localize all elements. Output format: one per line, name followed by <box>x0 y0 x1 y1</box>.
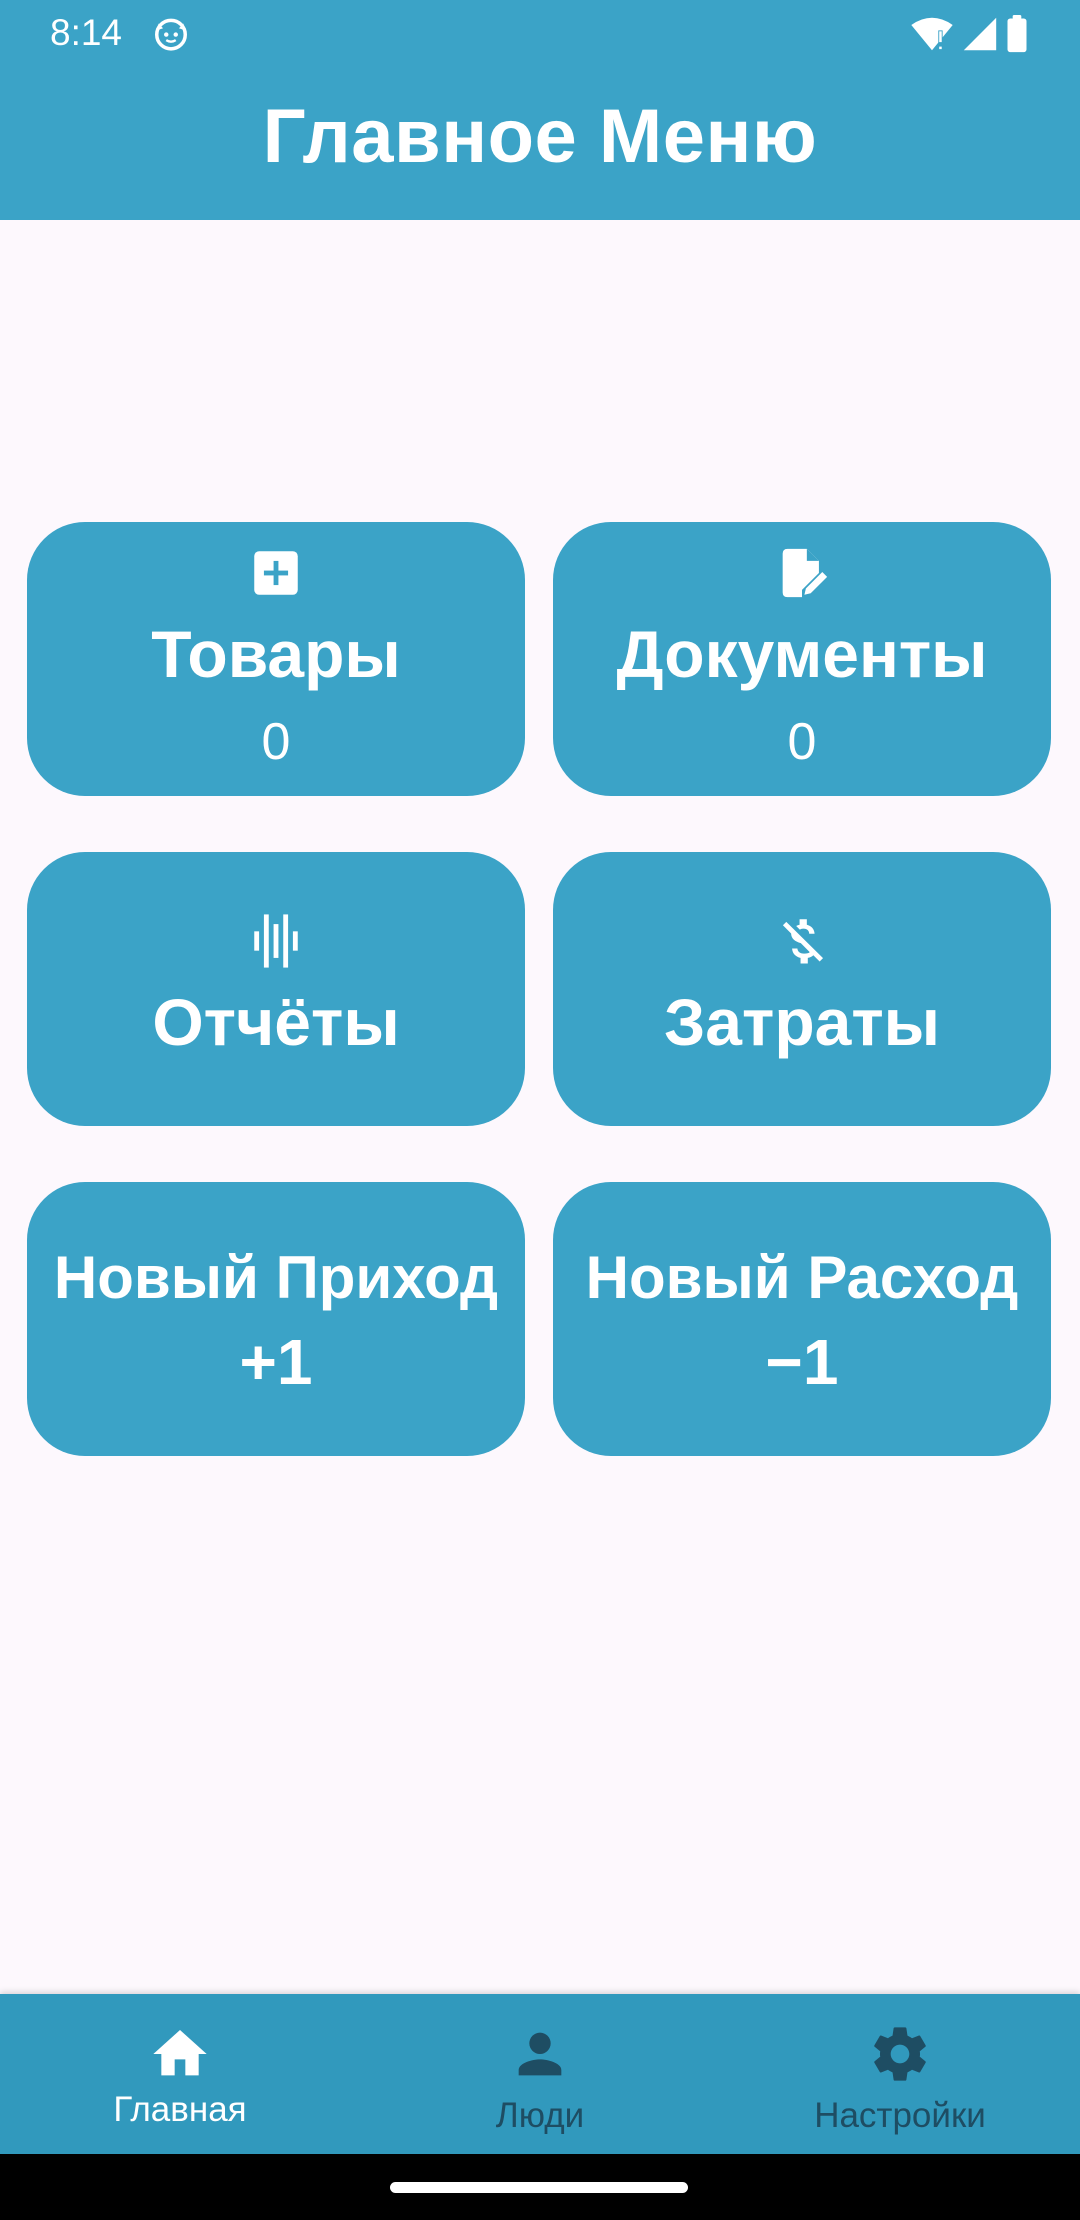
goods-tile-button[interactable]: Товары 0 <box>27 522 525 796</box>
home-gesture-handle[interactable] <box>390 2182 688 2193</box>
wifi-alert-icon <box>911 17 953 51</box>
status-time: 8:14 <box>50 12 123 53</box>
status-bar: 8:14 <box>0 0 1080 66</box>
bottom-navigation: Главная Люди Настройки <box>0 1994 1080 2154</box>
new-expense-value: −1 <box>765 1326 839 1398</box>
nav-item-people[interactable]: Люди <box>360 1994 720 2154</box>
person-icon <box>518 2032 562 2076</box>
battery-icon <box>1007 15 1027 53</box>
nav-item-people-label: Люди <box>495 2096 585 2135</box>
add-box-icon <box>254 551 298 595</box>
cat-face-icon <box>155 18 187 51</box>
main-menu-screen: 8:14 Главное Меню Товары 0 Документы 0 О… <box>0 0 1080 2220</box>
system-navigation-bar <box>0 2154 1080 2220</box>
graphic-eq-icon <box>254 914 298 968</box>
new-expense-tile-label: Новый Расход <box>585 1244 1019 1311</box>
nav-item-settings-label: Настройки <box>814 2096 986 2135</box>
expenses-tile-button[interactable]: Затраты <box>553 852 1051 1126</box>
nav-item-home-label: Главная <box>113 2090 247 2129</box>
gear-icon <box>874 2027 926 2081</box>
money-off-icon <box>782 919 824 964</box>
documents-count: 0 <box>787 713 817 771</box>
edit-document-icon <box>782 548 828 598</box>
new-expense-tile-button[interactable]: Новый Расход −1 <box>553 1182 1051 1456</box>
new-income-tile-label: Новый Приход <box>53 1244 499 1311</box>
cell-signal-icon <box>963 17 997 51</box>
documents-tile-button[interactable]: Документы 0 <box>553 522 1051 796</box>
reports-tile-button[interactable]: Отчёты <box>27 852 525 1126</box>
goods-tile-label: Товары <box>151 617 401 691</box>
new-income-tile-button[interactable]: Новый Приход +1 <box>27 1182 525 1456</box>
goods-count: 0 <box>261 713 291 771</box>
expenses-tile-label: Затраты <box>663 985 941 1059</box>
home-icon <box>153 2030 207 2076</box>
nav-item-settings[interactable]: Настройки <box>720 1994 1080 2154</box>
app-header: Главное Меню <box>0 66 1080 220</box>
page-title: Главное Меню <box>262 93 818 179</box>
reports-tile-label: Отчёты <box>152 985 400 1059</box>
status-icons <box>910 14 1028 54</box>
nav-item-home[interactable]: Главная <box>0 1994 360 2154</box>
new-income-value: +1 <box>239 1326 313 1398</box>
documents-tile-label: Документы <box>616 617 988 691</box>
